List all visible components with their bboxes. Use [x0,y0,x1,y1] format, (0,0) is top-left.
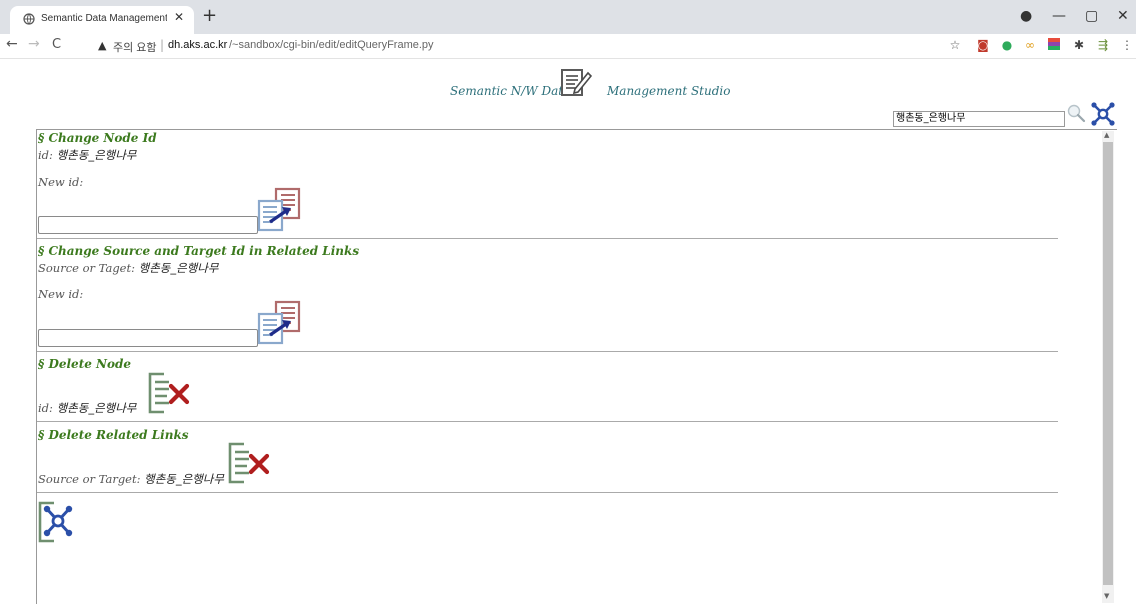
section-title-delete-node: § Delete Node [38,357,132,371]
edit-doc-icon [561,69,592,96]
search-icon[interactable] [1066,103,1086,123]
profile-icon[interactable]: ● [1020,8,1032,24]
new-id-label: New id: [38,287,84,301]
delete-links-label: Source or Target: [38,472,141,486]
globe-icon [23,13,35,25]
extension-pocket-icon[interactable]: ◙ [976,38,990,52]
tab-close-icon[interactable]: ✕ [174,10,184,24]
section-title-change-links: § Change Source and Target Id in Related… [38,244,360,258]
scrollbar-thumb[interactable] [1103,142,1113,585]
browser-menu-icon[interactable]: ⋮ [1120,38,1134,52]
links-source-label: Source or Taget: [38,261,135,275]
scroll-up-icon[interactable]: ▲ [1104,131,1109,139]
section-divider [37,492,1058,493]
links-source-row: Source or Taget: 행촌동_은행나무 [38,260,218,276]
section-divider [37,421,1058,422]
address-separator: | [160,38,165,52]
security-label[interactable]: 주의 요함 [113,39,157,55]
brand-title-left: Semantic N/W Data [450,84,571,98]
node-id-row: id: 행촌동_은행나무 [38,147,136,163]
graph-network-icon[interactable] [1090,101,1116,127]
node-id-label: id: [38,148,53,162]
warning-icon[interactable]: ▲ [98,39,106,52]
extension-palette-icon[interactable] [1047,38,1061,52]
links-source-value: 행촌동_은행나무 [138,261,219,275]
forward-icon[interactable]: → [28,36,40,52]
section-title-delete-links: § Delete Related Links [38,428,189,442]
close-window-icon[interactable]: ✕ [1117,8,1129,24]
scroll-down-icon[interactable]: ▼ [1104,592,1109,600]
url-path[interactable]: /~sandbox/cgi-bin/edit/editQueryFrame.py [229,39,434,51]
brand-title-right: Management Studio [607,84,731,98]
url-host[interactable]: dh.aks.ac.kr [168,39,227,51]
new-link-id-field[interactable] [38,329,258,347]
new-id-label: New id: [38,175,84,189]
section-divider [37,351,1058,352]
graph-network-icon[interactable] [38,501,78,543]
extension-infinity-icon[interactable]: ∞ [1023,38,1037,52]
bookmark-star-icon[interactable]: ☆ [948,38,962,52]
section-title-change-node-id: § Change Node Id [38,131,157,145]
delete-doc-icon[interactable] [227,442,271,484]
new-node-id-field[interactable] [38,216,258,234]
node-id-value: 행촌동_은행나무 [56,148,137,162]
extension-avatar-icon[interactable]: ⇶ [1096,38,1110,52]
delete-node-id-value: 행촌동_은행나무 [56,401,137,415]
back-icon[interactable]: ← [6,36,18,52]
delete-node-id-row: id: 행촌동_은행나무 [38,400,136,416]
reload-icon[interactable]: C [52,37,61,52]
delete-doc-icon[interactable] [147,372,191,414]
browser-tab-bar: Semantic Data Management St ✕ + ● — ▢ ✕ [0,0,1136,34]
content-frame [36,129,1117,604]
delete-links-row: Source or Target: 행촌동_은행나무 [38,471,224,487]
minimize-icon[interactable]: — [1052,8,1066,24]
section-divider [37,238,1058,239]
delete-node-id-label: id: [38,401,53,415]
doc-transfer-icon[interactable] [256,300,302,346]
delete-links-value: 행촌동_은행나무 [144,472,224,486]
extension-green-icon[interactable]: ● [1000,38,1014,52]
new-tab-button[interactable]: + [202,6,217,26]
doc-transfer-icon[interactable] [256,187,302,233]
maximize-icon[interactable]: ▢ [1085,8,1098,24]
tab-title: Semantic Data Management St [41,13,167,24]
address-bar: ← → C ▲ 주의 요함 | dh.aks.ac.kr /~sandbox/c… [0,34,1136,59]
search-input[interactable] [893,111,1065,127]
extensions-puzzle-icon[interactable]: ✱ [1072,38,1086,52]
browser-tab[interactable]: Semantic Data Management St ✕ [10,6,194,34]
